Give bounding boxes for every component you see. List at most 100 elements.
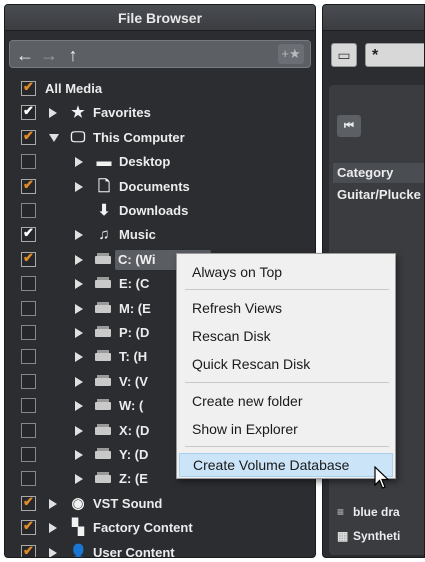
navigation-bar: ← → ↑ +★ <box>9 40 311 68</box>
tree-item[interactable]: ★ Favorites <box>5 101 315 125</box>
tree-item-label: Y: (D <box>119 447 149 462</box>
tree-item[interactable]: 👤 User Content <box>5 541 315 558</box>
drive-icon <box>95 301 111 313</box>
context-menu: Always on Top Refresh Views Rescan Disk … <box>176 253 396 479</box>
checkbox[interactable] <box>21 422 36 438</box>
checkbox[interactable] <box>21 349 36 365</box>
tree-item-label: This Computer <box>93 129 185 145</box>
menu-item-rescan-disk[interactable]: Rescan Disk <box>179 324 393 348</box>
expand-arrow-icon[interactable] <box>49 547 57 557</box>
checkbox[interactable] <box>21 103 36 121</box>
expand-arrow-icon[interactable] <box>49 498 57 509</box>
result-label: Syntheti <box>353 529 401 543</box>
tree-item-label: M: (E <box>119 300 151 316</box>
menu-item-always-on-top[interactable]: Always on Top <box>179 260 393 284</box>
music-note-icon: ♫ <box>98 226 110 244</box>
checkbox[interactable] <box>21 177 36 194</box>
tree-item-label: Z: (E <box>119 471 148 487</box>
checkbox[interactable] <box>21 225 36 243</box>
checkbox[interactable] <box>21 128 36 145</box>
checkbox[interactable] <box>21 398 36 414</box>
menu-item-show-in-explorer[interactable]: Show in Explorer <box>179 417 393 441</box>
mouse-cursor-icon <box>374 466 390 489</box>
checkbox[interactable] <box>21 373 36 389</box>
expand-arrow-icon[interactable] <box>75 328 83 338</box>
checkbox[interactable] <box>21 447 36 462</box>
checkbox[interactable] <box>21 276 36 292</box>
category-value[interactable]: Guitar/Plucke <box>337 187 421 202</box>
checkbox[interactable] <box>21 203 36 218</box>
skip-back-icon[interactable]: ⏮ <box>337 115 361 137</box>
search-input[interactable]: * <box>365 43 424 67</box>
expand-arrow-icon[interactable] <box>75 157 83 168</box>
list-icon: ≡ <box>337 505 345 519</box>
expand-arrow-icon[interactable] <box>75 254 83 265</box>
tree-item-label: W: ( <box>119 398 144 414</box>
menu-item-create-new-folder[interactable]: Create new folder <box>179 389 393 413</box>
tree-item[interactable]: 🖵 This Computer <box>5 126 315 150</box>
menu-item-quick-rescan-disk[interactable]: Quick Rescan Disk <box>179 352 393 376</box>
panel-title: File Browser <box>5 5 315 31</box>
checkbox[interactable] <box>21 79 36 96</box>
expand-arrow-icon[interactable] <box>75 303 83 314</box>
tree-item[interactable]: ♫ Music <box>5 223 315 247</box>
checkbox[interactable] <box>21 300 36 316</box>
tree-item-label: V: (V <box>119 373 148 389</box>
menu-item-refresh-views[interactable]: Refresh Views <box>179 296 393 320</box>
checkbox[interactable] <box>21 154 36 170</box>
tree-item-label: All Media <box>45 81 103 96</box>
tree-item-label: Favorites <box>93 105 151 121</box>
tree-item-label: E: (C <box>119 276 150 292</box>
drive-icon <box>95 252 111 264</box>
factory-grid-icon: ▚ <box>72 519 84 537</box>
result-item[interactable]: ▦ Syntheti <box>337 529 400 543</box>
tree-item[interactable]: ▬ Desktop <box>5 150 315 174</box>
back-arrow-icon[interactable]: ← <box>14 44 36 66</box>
checkbox[interactable] <box>21 471 36 487</box>
tree-item[interactable]: 🗋 Documents <box>5 175 315 199</box>
expand-arrow-icon[interactable] <box>49 108 57 119</box>
expand-arrow-icon[interactable] <box>75 279 83 290</box>
tree-item[interactable]: ▚ Factory Content <box>5 516 315 540</box>
synth-icon: ▦ <box>337 529 349 543</box>
drive-icon <box>95 374 111 386</box>
tree-item-label: Factory Content <box>93 520 193 536</box>
document-icon: 🗋 <box>97 177 111 195</box>
menu-item-create-volume-database[interactable]: Create Volume Database <box>179 453 393 477</box>
drive-icon <box>95 399 111 411</box>
expand-arrow-icon[interactable] <box>75 425 83 436</box>
user-icon: 👤 <box>69 543 88 558</box>
checkbox[interactable] <box>21 518 36 536</box>
expand-arrow-icon[interactable] <box>75 230 83 241</box>
menu-separator <box>185 446 389 447</box>
checkbox[interactable] <box>21 543 36 557</box>
tree-item[interactable]: All Media <box>5 77 315 101</box>
collapse-arrow-icon[interactable] <box>49 133 59 142</box>
drive-icon <box>95 423 111 435</box>
tree-item[interactable]: ◉ VST Sound <box>5 492 315 516</box>
expand-arrow-icon[interactable] <box>75 474 83 485</box>
star-icon: ★ <box>71 104 85 122</box>
checkbox[interactable] <box>21 250 36 267</box>
folder-icon[interactable]: ▭ <box>331 43 357 67</box>
expand-arrow-icon[interactable] <box>49 523 57 534</box>
checkbox[interactable] <box>21 494 36 511</box>
drive-icon <box>95 448 111 459</box>
result-item[interactable]: ≡ blue dra <box>337 505 400 519</box>
tree-item-label: X: (D <box>119 422 150 438</box>
add-favorite-button[interactable]: +★ <box>278 44 304 64</box>
forward-arrow-icon[interactable]: → <box>38 44 60 66</box>
tree-item-label: P: (D <box>119 325 150 340</box>
expand-arrow-icon[interactable] <box>75 181 83 192</box>
tree-item[interactable]: ⬇ Downloads <box>5 199 315 223</box>
expand-arrow-icon[interactable] <box>75 401 83 412</box>
result-label: blue dra <box>353 505 400 519</box>
expand-arrow-icon[interactable] <box>75 450 83 460</box>
desktop-icon: ▬ <box>96 153 112 171</box>
expand-arrow-icon[interactable] <box>75 352 83 363</box>
checkbox[interactable] <box>21 325 36 340</box>
category-column-header[interactable]: Category <box>333 163 424 183</box>
up-arrow-icon[interactable]: ↑ <box>62 44 84 66</box>
expand-arrow-icon[interactable] <box>75 376 83 387</box>
drive-icon <box>95 472 111 484</box>
